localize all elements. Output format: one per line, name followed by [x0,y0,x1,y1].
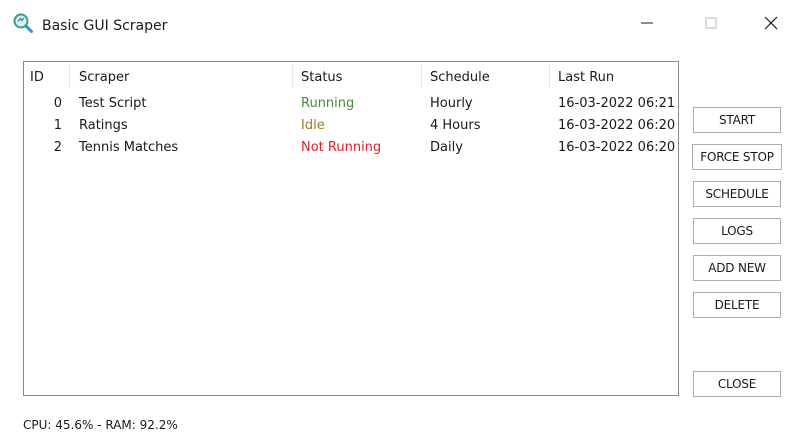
minimize-button[interactable] [624,0,670,46]
column-divider[interactable] [69,64,70,88]
delete-button[interactable]: DELETE [693,292,781,318]
row-scraper: Ratings [79,118,128,133]
row-status: Idle [301,118,325,133]
start-button[interactable]: START [693,107,781,133]
list-header: ID Scraper Status Schedule Last Run [24,62,678,92]
row-last-run: 16-03-2022 06:20 [558,140,676,155]
column-header-schedule[interactable]: Schedule [430,70,490,86]
table-row[interactable]: 1 Ratings Idle 4 Hours 16-03-2022 06:20 [24,116,678,138]
row-id: 1 [53,118,62,133]
force-stop-button[interactable]: FORCE STOP [692,144,782,170]
column-header-id[interactable]: ID [30,70,44,86]
close-icon [764,16,778,30]
row-last-run: 16-03-2022 06:20 [558,118,676,133]
schedule-button[interactable]: SCHEDULE [693,181,781,207]
add-new-button[interactable]: ADD NEW [693,255,781,281]
close-button[interactable]: CLOSE [693,371,781,397]
row-schedule: Daily [430,140,463,155]
maximize-icon [705,17,717,29]
system-stats: CPU: 45.6% - RAM: 92.2% [23,418,178,432]
title-bar[interactable]: Basic GUI Scraper [0,0,787,46]
column-divider[interactable] [549,64,550,88]
row-last-run: 16-03-2022 06:21 [558,96,676,111]
column-divider[interactable] [292,64,293,88]
column-divider[interactable] [421,64,422,88]
row-scraper: Tennis Matches [79,140,179,155]
scraper-list[interactable]: ID Scraper Status Schedule Last Run 0 Te… [23,61,679,396]
row-schedule: Hourly [430,96,473,111]
minimize-icon [641,22,653,24]
row-schedule: 4 Hours [430,118,481,133]
row-id: 0 [53,96,62,111]
window-title: Basic GUI Scraper [42,18,168,34]
maximize-button[interactable] [688,0,734,46]
table-row[interactable]: 0 Test Script Running Hourly 16-03-2022 … [24,94,678,116]
app-window: Basic GUI Scraper ID Scraper Status Sche… [0,0,787,448]
row-status: Not Running [301,140,382,155]
column-header-status[interactable]: Status [301,70,342,86]
column-header-scraper[interactable]: Scraper [79,70,129,86]
column-header-last-run[interactable]: Last Run [558,70,614,86]
row-scraper: Test Script [79,96,147,111]
logs-button[interactable]: LOGS [693,218,781,244]
row-status: Running [301,96,355,111]
close-window-button[interactable] [748,0,787,46]
table-row[interactable]: 2 Tennis Matches Not Running Daily 16-03… [24,138,678,160]
magnifier-icon [12,12,34,34]
row-id: 2 [53,140,62,155]
